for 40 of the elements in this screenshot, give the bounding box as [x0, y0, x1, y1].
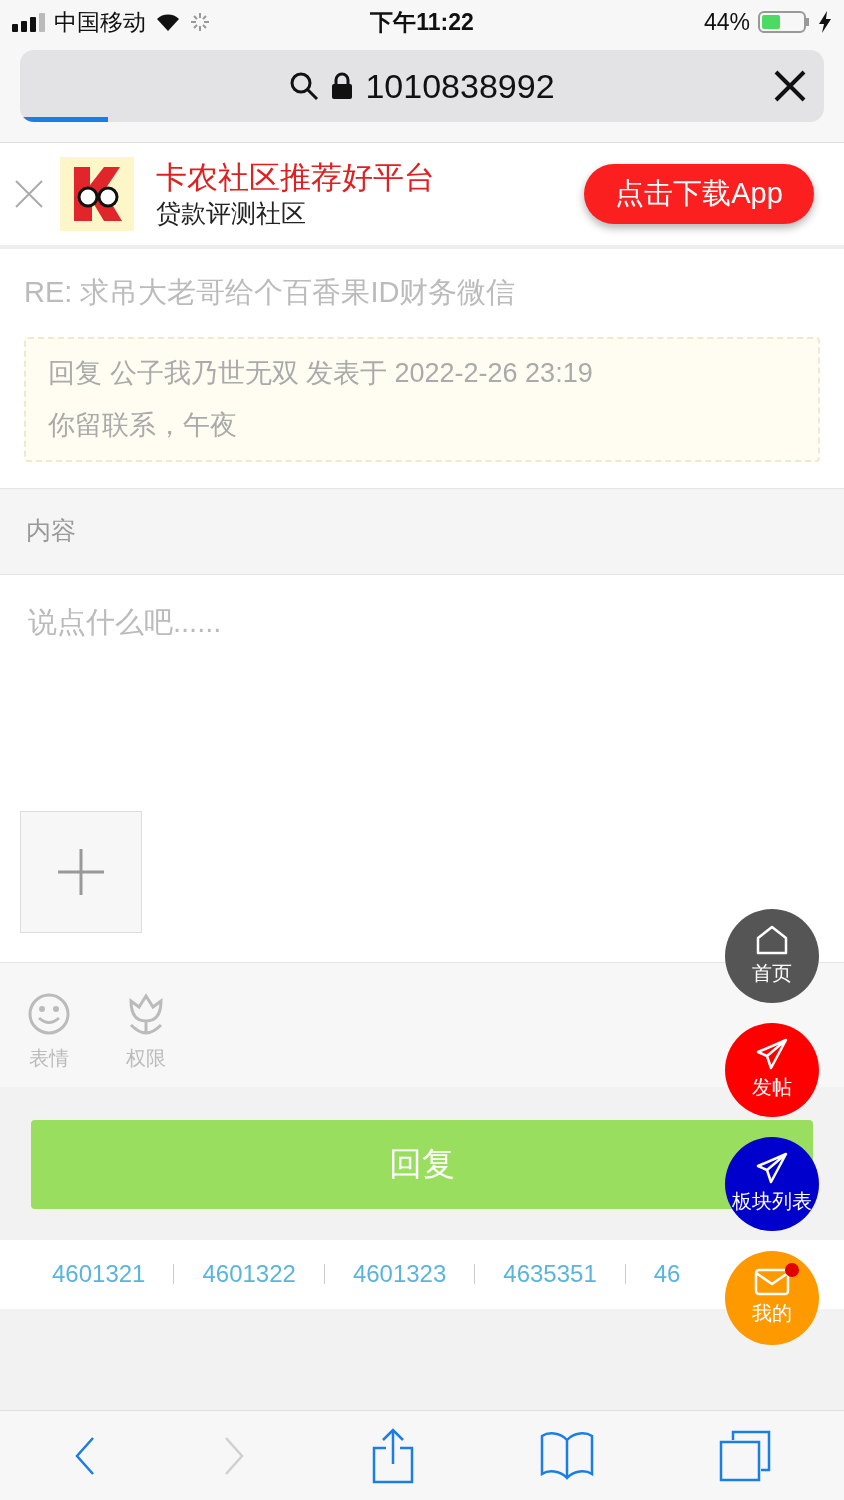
tabs-icon[interactable]	[719, 1429, 772, 1482]
paper-plane-icon	[755, 1152, 789, 1184]
carrier-name: 中国移动	[54, 7, 146, 37]
lock-icon	[331, 72, 354, 100]
wifi-icon	[154, 12, 182, 32]
app-logo-icon	[60, 157, 134, 231]
battery-percent: 44%	[703, 7, 750, 37]
content-field[interactable]: 说点什么吧......	[0, 574, 844, 811]
banner-title: 卡农社区推荐好平台	[156, 159, 435, 197]
clock-time: 下午11:22	[370, 7, 474, 37]
signal-icon	[12, 12, 46, 32]
post-link[interactable]: 4601322	[202, 1256, 296, 1292]
section-label: 内容	[26, 515, 76, 547]
floating-nav-button[interactable]: 我的	[725, 1251, 819, 1345]
post-link[interactable]: 4635351	[503, 1256, 597, 1292]
charging-bolt-icon	[818, 11, 832, 33]
home-icon	[755, 924, 789, 956]
book-icon[interactable]	[539, 1429, 594, 1482]
smiley-icon	[28, 992, 70, 1035]
post-link[interactable]: 4601323	[352, 1256, 447, 1292]
address-bar[interactable]: 1010838992	[20, 50, 824, 122]
mail-icon	[754, 1268, 790, 1296]
paper-plane-icon	[755, 1038, 789, 1070]
post-title: RE: 求吊大老哥给个百香果ID财务微信	[24, 275, 517, 310]
post-link[interactable]: 4601321	[52, 1256, 146, 1292]
share-icon[interactable]	[372, 1427, 414, 1484]
tulip-icon	[127, 992, 165, 1035]
download-app-button[interactable]: 点击下载App	[584, 164, 814, 224]
quote-text: 你留联系，午夜	[48, 409, 238, 442]
close-icon[interactable]	[774, 70, 806, 102]
emoji-button[interactable]: 表情	[28, 992, 70, 1073]
post-link[interactable]: 46	[653, 1256, 681, 1292]
loading-spinner-icon	[190, 12, 210, 32]
plus-icon	[58, 848, 104, 895]
banner-subtitle: 贷款评测社区	[156, 197, 307, 229]
search-icon	[289, 71, 320, 101]
battery-icon	[758, 10, 810, 34]
permission-button[interactable]: 权限	[126, 992, 166, 1073]
quote-header: 回复 公子我乃世无双 发表于 2022-2-26 23:19	[48, 356, 594, 390]
address-text: 1010838992	[365, 65, 555, 107]
